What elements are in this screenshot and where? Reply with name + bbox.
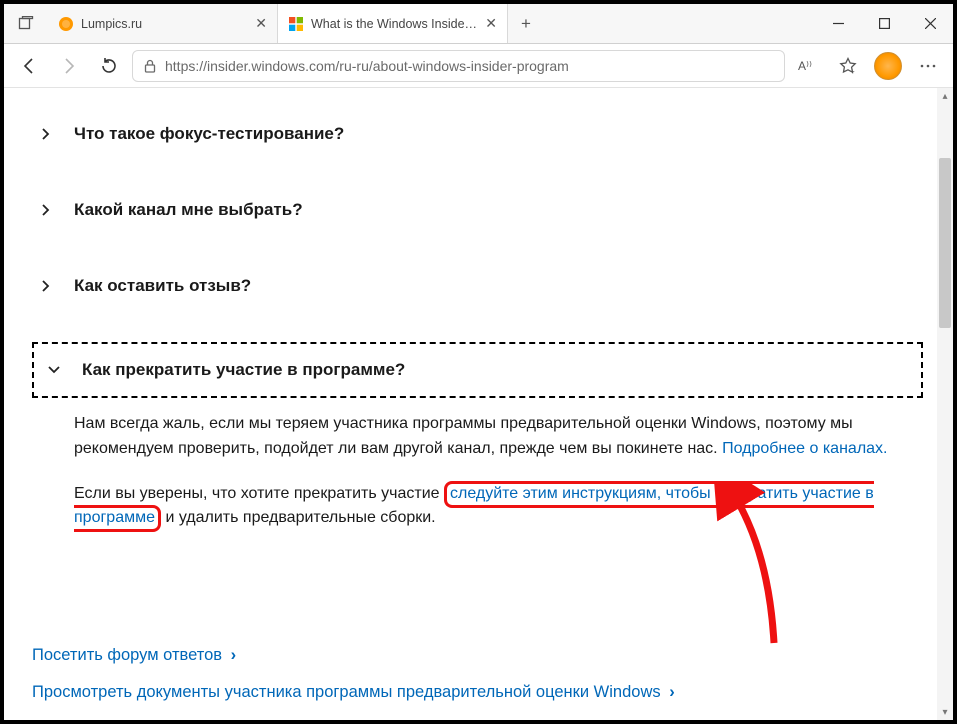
profile-avatar-icon	[874, 52, 902, 80]
faq-question: Как оставить отзыв?	[74, 276, 251, 296]
answer-text: и удалить предварительные сборки.	[161, 509, 436, 526]
read-aloud-button[interactable]: A⁾⁾	[791, 50, 825, 82]
tab-strip: Lumpics.ru ✕ What is the Windows Insider…	[4, 4, 953, 44]
minimize-button[interactable]	[815, 4, 861, 43]
close-window-button[interactable]	[907, 4, 953, 43]
link-docs[interactable]: Просмотреть документы участника программ…	[32, 683, 675, 702]
svg-text:A⁾⁾: A⁾⁾	[798, 59, 812, 73]
scroll-down-icon[interactable]: ▾	[937, 704, 953, 720]
tab-close-icon[interactable]: ✕	[255, 15, 267, 32]
refresh-button[interactable]	[92, 50, 126, 82]
chevron-right-icon: ›	[665, 683, 675, 701]
url-text: https://insider.windows.com/ru-ru/about-…	[165, 58, 774, 74]
link-forum[interactable]: Посетить форум ответов ›	[32, 646, 675, 665]
browser-toolbar: https://insider.windows.com/ru-ru/about-…	[4, 44, 953, 88]
scrollbar-thumb[interactable]	[939, 158, 951, 328]
faq-question: Какой канал мне выбрать?	[74, 200, 303, 220]
maximize-button[interactable]	[861, 4, 907, 43]
faq-item-leave-program[interactable]: Как прекратить участие в программе?	[32, 342, 923, 398]
tab-title: What is the Windows Insider Prog	[311, 17, 478, 31]
favicon-lumpics	[58, 16, 74, 32]
back-button[interactable]	[12, 50, 46, 82]
forward-button[interactable]	[52, 50, 86, 82]
faq-question: Что такое фокус-тестирование?	[74, 124, 344, 144]
profile-button[interactable]	[871, 50, 905, 82]
chevron-right-icon: ›	[226, 646, 236, 664]
chevron-right-icon	[40, 280, 56, 292]
tab-insider[interactable]: What is the Windows Insider Prog ✕	[278, 4, 508, 43]
new-tab-button[interactable]: +	[508, 4, 544, 43]
page-content: Что такое фокус-тестирование? Какой кана…	[4, 88, 953, 720]
favorites-button[interactable]: +	[831, 50, 865, 82]
favicon-ms	[288, 16, 304, 32]
faq-item-feedback[interactable]: Как оставить отзыв?	[32, 266, 945, 306]
lock-icon	[143, 59, 157, 73]
svg-text:+: +	[850, 67, 855, 75]
tab-title: Lumpics.ru	[81, 17, 248, 31]
menu-button[interactable]	[911, 50, 945, 82]
faq-item-channel[interactable]: Какой канал мне выбрать?	[32, 190, 945, 230]
tab-actions-button[interactable]	[4, 4, 48, 43]
tab-lumpics[interactable]: Lumpics.ru ✕	[48, 4, 278, 43]
window-controls	[815, 4, 953, 43]
bottom-links: Посетить форум ответов › Просмотреть док…	[32, 628, 675, 702]
tab-close-icon[interactable]: ✕	[485, 15, 497, 32]
answer-text: Если вы уверены, что хотите прекратить у…	[74, 485, 444, 502]
chevron-right-icon	[40, 128, 56, 140]
chevron-down-icon	[48, 364, 64, 376]
scroll-up-icon[interactable]: ▴	[937, 88, 953, 104]
faq-item-focus-testing[interactable]: Что такое фокус-тестирование?	[32, 114, 945, 154]
link-channels[interactable]: Подробнее о каналах.	[722, 440, 887, 457]
vertical-scrollbar[interactable]: ▴ ▾	[937, 88, 953, 720]
chevron-right-icon	[40, 204, 56, 216]
faq-question: Как прекратить участие в программе?	[82, 360, 405, 380]
faq-answer: Нам всегда жаль, если мы теряем участник…	[74, 412, 915, 531]
address-bar[interactable]: https://insider.windows.com/ru-ru/about-…	[132, 50, 785, 82]
